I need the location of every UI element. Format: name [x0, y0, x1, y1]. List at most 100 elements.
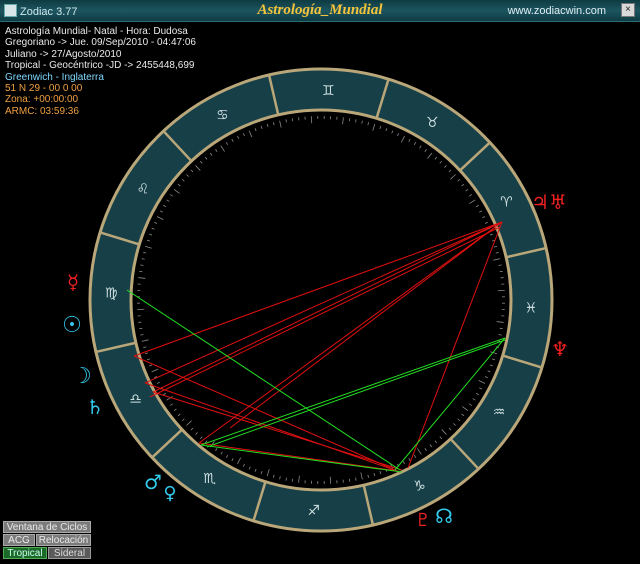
- degree-tick: [146, 358, 150, 361]
- degree-tick: [482, 216, 486, 219]
- degree-tick: [496, 321, 504, 323]
- degree-tick: [373, 472, 376, 477]
- degree-tick: [342, 117, 344, 125]
- degree-tick: [484, 376, 488, 379]
- degree-tick: [156, 381, 160, 384]
- degree-tick: [220, 451, 223, 455]
- degree-tick: [493, 245, 498, 248]
- degree-tick: [231, 138, 234, 142]
- degree-tick: [141, 339, 149, 342]
- sign-gemini-icon: ♊: [322, 83, 335, 99]
- aspect-line: [149, 226, 501, 398]
- degree-tick: [429, 444, 433, 448]
- degree-tick: [434, 156, 438, 160]
- planet-sun-icon[interactable]: ☉: [62, 313, 82, 338]
- degree-tick: [242, 133, 245, 137]
- planet-mercury-icon[interactable]: ☿: [67, 270, 79, 294]
- degree-tick: [413, 142, 417, 146]
- planet-jupiter-uranus-icon[interactable]: ♃♅: [531, 190, 567, 214]
- tropical-button[interactable]: Tropical: [3, 547, 47, 559]
- planet-neptune-icon[interactable]: ♆: [551, 337, 569, 361]
- degree-tick: [215, 149, 218, 152]
- degree-tick: [170, 403, 173, 406]
- degree-tick: [391, 130, 394, 134]
- degree-tick: [285, 477, 287, 481]
- degree-tick: [260, 125, 263, 129]
- degree-tick: [204, 156, 208, 160]
- planet-saturn-icon[interactable]: ♄: [86, 395, 104, 419]
- sign-sagittarius-icon: ♐: [307, 503, 320, 519]
- degree-tick: [379, 471, 382, 475]
- degree-tick: [237, 135, 240, 139]
- degree-tick: [266, 469, 270, 477]
- degree-tick: [190, 427, 194, 431]
- degree-tick: [479, 387, 483, 390]
- planet-mars-icon[interactable]: ♂: [144, 470, 162, 494]
- relocacion-button[interactable]: Relocación: [36, 534, 91, 546]
- degree-tick: [439, 436, 443, 440]
- degree-ticks: [137, 116, 505, 484]
- degree-tick: [190, 169, 194, 173]
- degree-tick: [254, 468, 257, 472]
- degree-tick: [465, 188, 469, 192]
- degree-tick: [279, 120, 282, 128]
- degree-tick: [417, 448, 422, 455]
- degree-tick: [209, 152, 213, 156]
- degree-tick: [444, 165, 447, 168]
- degree-tick: [419, 145, 422, 149]
- planet-node-icon[interactable]: ☊: [435, 504, 453, 528]
- planet-pluto-icon[interactable]: ♇: [415, 510, 431, 531]
- degree-tick: [163, 392, 167, 396]
- sign-capricorn-icon: ♑: [413, 478, 426, 494]
- degree-tick: [469, 194, 472, 197]
- ring-band: [89, 68, 552, 532]
- acg-button[interactable]: ACG: [3, 534, 35, 546]
- degree-tick: [266, 123, 269, 128]
- planet-moon-icon[interactable]: ☽: [72, 364, 92, 389]
- degree-tick: [242, 463, 245, 467]
- degree-tick: [225, 142, 229, 146]
- degree-tick: [434, 440, 438, 444]
- degree-tick: [402, 461, 405, 465]
- degree-tick: [424, 149, 427, 152]
- degree-tick: [498, 334, 502, 336]
- sideral-button[interactable]: Sideral: [48, 547, 91, 559]
- degree-tick: [186, 174, 189, 177]
- sign-leo-icon: ♌: [137, 182, 150, 198]
- degree-tick: [453, 423, 456, 426]
- degree-tick: [479, 210, 483, 213]
- degree-tick: [457, 178, 461, 182]
- degree-tick: [285, 119, 287, 123]
- degree-tick: [439, 160, 443, 164]
- degree-tick: [248, 466, 251, 470]
- degree-tick: [492, 358, 496, 361]
- degree-tick: [400, 135, 405, 143]
- degree-tick: [462, 406, 469, 412]
- degree-tick: [298, 475, 300, 483]
- degree-tick: [195, 165, 201, 171]
- degree-tick: [413, 454, 417, 458]
- degree-tick: [237, 457, 242, 465]
- degree-tick: [144, 245, 152, 249]
- degree-tick: [367, 122, 370, 126]
- degree-tick: [489, 364, 493, 367]
- degree-tick: [166, 199, 170, 202]
- degree-tick: [170, 194, 173, 197]
- degree-tick: [279, 476, 281, 480]
- degree-tick: [138, 277, 146, 279]
- degree-tick: [361, 120, 363, 124]
- ventana-ciclos-button[interactable]: Ventana de Ciclos: [3, 521, 91, 533]
- degree-tick: [424, 448, 427, 451]
- degree-tick: [143, 251, 147, 254]
- degree-tick: [163, 204, 167, 208]
- degree-tick: [195, 432, 198, 435]
- degree-tick: [260, 471, 263, 475]
- ring-inner-border: [129, 108, 513, 492]
- planet-venus-icon[interactable]: ♀: [163, 483, 176, 504]
- degree-tick: [461, 413, 465, 417]
- degree-tick: [379, 125, 382, 129]
- degree-tick: [457, 418, 461, 422]
- degree-tick: [355, 477, 357, 481]
- degree-tick: [372, 123, 376, 131]
- degree-tick: [215, 448, 218, 451]
